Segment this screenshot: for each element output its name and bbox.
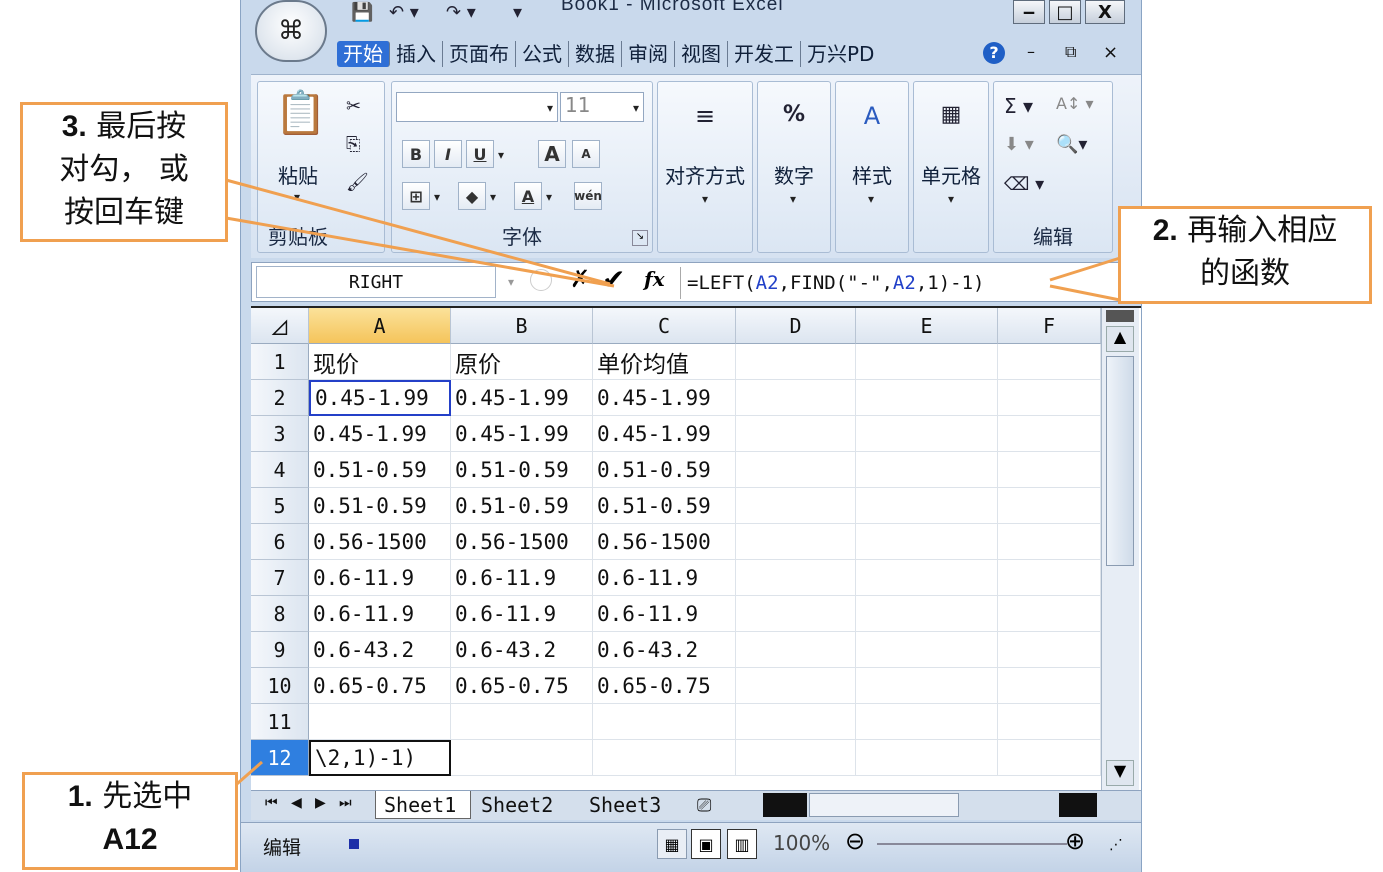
- callout-step1: 1. 先选中 A12: [22, 772, 238, 870]
- arrow-step3: [225, 178, 611, 286]
- arrow-step2: [1049, 256, 1121, 282]
- callout-step2: 2. 再输入相应 的函数: [1118, 206, 1372, 304]
- callout-step3: 3. 最后按 对勾， 或 按回车键: [20, 102, 228, 242]
- arrow-step2b: [1049, 284, 1121, 302]
- arrow-step3b: [225, 216, 615, 288]
